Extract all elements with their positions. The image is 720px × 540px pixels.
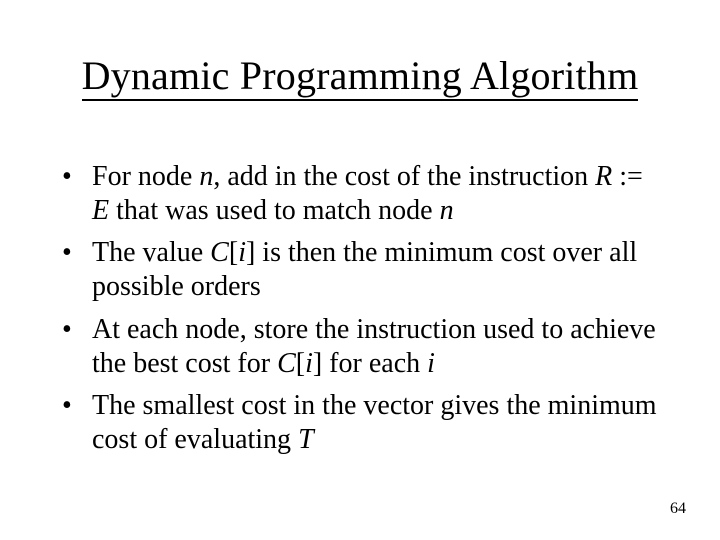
bullet-item: For node n, add in the cost of the instr…: [54, 160, 666, 228]
var-n: n: [440, 195, 454, 226]
var-c: C: [277, 348, 296, 379]
var-i: i: [305, 348, 313, 379]
page-number: 64: [670, 500, 686, 518]
text-run: [: [296, 348, 305, 379]
bullet-item: At each node, store the instruction used…: [54, 313, 666, 381]
bullet-item: The value C[i] is then the minimum cost …: [54, 236, 666, 304]
text-run: :=: [612, 161, 643, 192]
var-r: R: [595, 161, 612, 192]
text-run: The smallest cost in the vector gives th…: [92, 390, 657, 455]
text-run: For node: [92, 161, 199, 192]
text-run: that was used to match node: [109, 195, 439, 226]
bullet-item: The smallest cost in the vector gives th…: [54, 389, 666, 457]
text-run: , add in the cost of the instruction: [213, 161, 595, 192]
var-t: T: [298, 424, 314, 455]
slide-title: Dynamic Programming Algorithm: [0, 52, 720, 99]
slide: Dynamic Programming Algorithm For node n…: [0, 0, 720, 540]
var-i: i: [238, 237, 246, 268]
title-text: Dynamic Programming Algorithm: [82, 53, 639, 101]
text-run: ] for each: [313, 348, 427, 379]
var-n: n: [199, 161, 213, 192]
slide-content: For node n, add in the cost of the instr…: [54, 160, 666, 465]
text-run: [: [229, 237, 238, 268]
var-c: C: [210, 237, 229, 268]
var-e: E: [92, 195, 109, 226]
text-run: The value: [92, 237, 210, 268]
var-i: i: [427, 348, 435, 379]
bullet-list: For node n, add in the cost of the instr…: [54, 160, 666, 457]
